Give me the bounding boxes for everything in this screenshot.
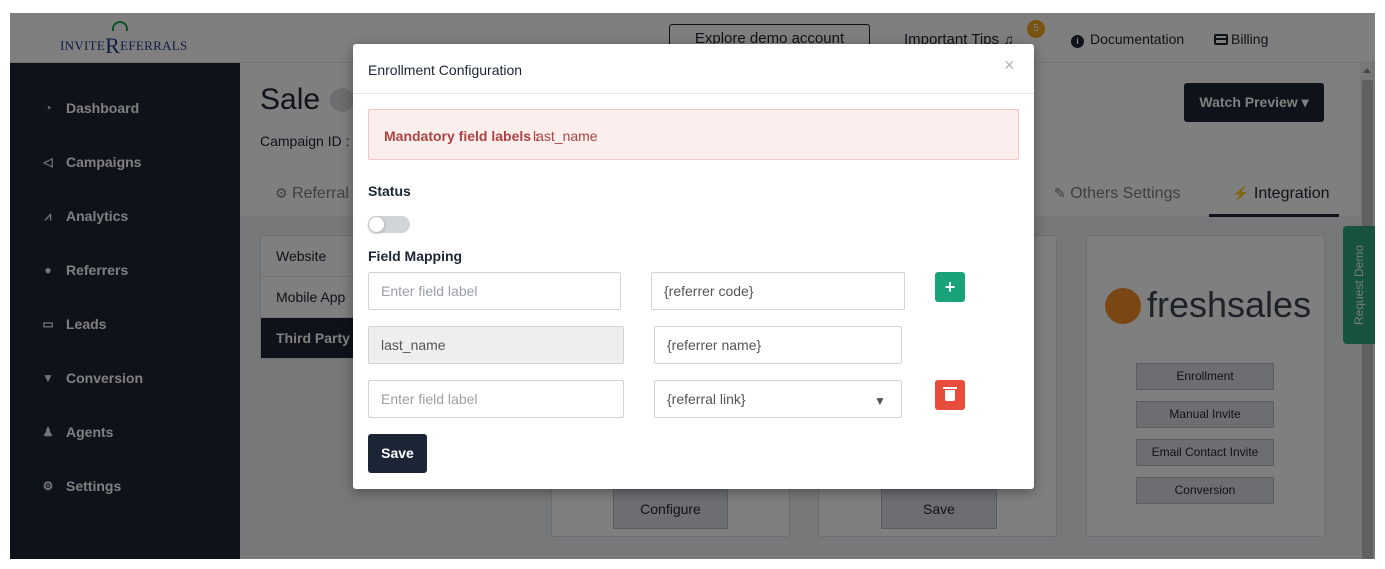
enrollment-config-modal: Enrollment Configuration × Mandatory fie… xyxy=(353,44,1034,489)
field-mapping-input[interactable] xyxy=(651,272,905,310)
toggle-knob xyxy=(368,216,385,233)
status-label: Status xyxy=(368,183,411,199)
add-row-button[interactable]: + xyxy=(935,272,965,302)
field-mapping-label: Field Mapping xyxy=(368,248,463,264)
app-frame: INVITEREFERRALS Explore demo account Imp… xyxy=(10,13,1375,559)
field-label-input-locked xyxy=(368,326,624,364)
trash-icon xyxy=(943,387,957,401)
alert-label: Mandatory field labels : xyxy=(384,128,540,144)
delete-row-button[interactable] xyxy=(935,380,965,410)
close-icon[interactable]: × xyxy=(1004,55,1015,76)
field-mapping-select[interactable] xyxy=(654,380,902,418)
alert-value: last_name xyxy=(533,128,598,144)
mandatory-fields-alert: Mandatory field labels : last_name xyxy=(368,109,1019,160)
field-label-input[interactable] xyxy=(368,272,621,310)
save-button[interactable]: Save xyxy=(368,434,427,473)
status-toggle[interactable] xyxy=(368,216,410,233)
modal-header: Enrollment Configuration × xyxy=(353,44,1034,94)
modal-title: Enrollment Configuration xyxy=(368,62,523,78)
field-label-input[interactable] xyxy=(368,380,624,418)
field-mapping-input[interactable] xyxy=(654,326,902,364)
